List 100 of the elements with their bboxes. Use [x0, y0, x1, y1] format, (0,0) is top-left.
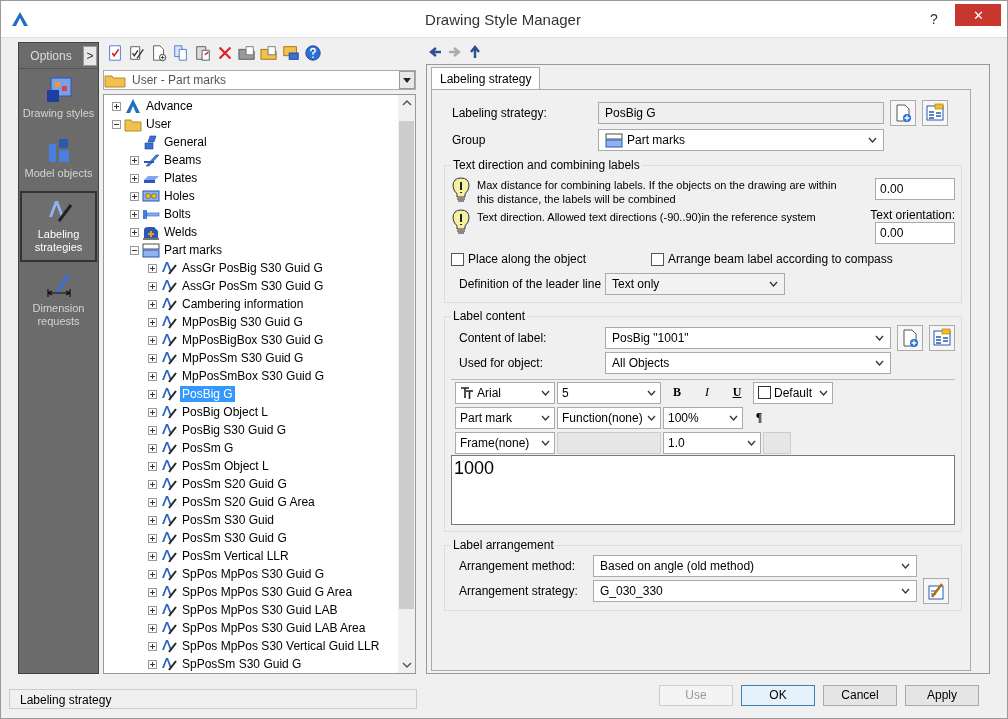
dialog-button[interactable]: Apply	[905, 684, 979, 706]
number-field[interactable]: 0.00	[875, 178, 955, 200]
expand-icon[interactable]	[148, 335, 157, 345]
edit-icon[interactable]	[926, 581, 946, 601]
tree-item[interactable]: PosSm S30 Guid	[180, 512, 277, 528]
folder-icon[interactable]	[237, 43, 257, 63]
collapse-icon[interactable]	[112, 119, 121, 129]
expand-icon[interactable]	[148, 389, 157, 399]
monitor-icon[interactable]	[281, 43, 301, 63]
help-icon[interactable]	[303, 43, 323, 63]
expand-icon[interactable]	[148, 641, 157, 651]
dropdown[interactable]: Frame(none)	[455, 431, 555, 454]
tree-item[interactable]: Advance	[144, 98, 195, 114]
text-editor[interactable]: 1000	[451, 455, 955, 525]
help-button[interactable]: ?	[917, 5, 951, 33]
sidebar-item[interactable]: Model objects	[20, 131, 97, 187]
tree-item[interactable]: PosSm G	[180, 440, 236, 456]
tree-item[interactable]: User	[144, 116, 174, 132]
expand-icon[interactable]	[148, 479, 157, 489]
tree-item[interactable]: MpPosSmBox S30 Guid G	[180, 368, 327, 384]
tree-item[interactable]: MpPosSm S30 Guid G	[180, 350, 306, 366]
expand-icon[interactable]	[148, 587, 157, 597]
expand-icon[interactable]	[148, 515, 157, 525]
tree-item[interactable]: SpPos MpPos S30 Vertical Guid LLR	[180, 638, 382, 654]
dropdown[interactable]: All Objects	[605, 352, 891, 374]
tree-item[interactable]: Part marks	[162, 242, 224, 258]
tree-item[interactable]: SpPos MpPos S30 Guid LAB	[180, 602, 340, 618]
expand-icon[interactable]	[130, 155, 139, 165]
tree-item[interactable]: Plates	[162, 170, 200, 186]
tree-item[interactable]: PosSm S20 Guid G	[180, 476, 289, 492]
expand-icon[interactable]	[148, 461, 157, 471]
sidebar-item[interactable]: Labeling strategies	[20, 191, 97, 262]
sidebar-item[interactable]: Drawing styles	[20, 71, 97, 127]
expand-icon[interactable]	[148, 317, 157, 327]
tree-item[interactable]: AssGr PosBig S30 Guid G	[180, 260, 325, 276]
tree-item[interactable]: PosBig Object L	[180, 404, 271, 420]
expand-icon[interactable]	[130, 191, 139, 201]
collapse-icon[interactable]	[130, 245, 139, 255]
tree-item[interactable]: Welds	[162, 224, 200, 240]
properties-icon[interactable]	[925, 103, 945, 123]
new-document-icon[interactable]	[893, 103, 913, 123]
dropdown[interactable]: Based on angle (old method)	[593, 555, 917, 577]
dropdown[interactable]: 1.0	[663, 431, 761, 454]
text-field[interactable]: PosBig G	[598, 102, 884, 124]
dropdown[interactable]: Text only	[605, 273, 785, 295]
expand-button[interactable]: >	[83, 45, 97, 66]
expand-icon[interactable]	[148, 623, 157, 633]
expand-icon[interactable]	[148, 443, 157, 453]
folder-dropdown[interactable]: User - Part marks	[103, 70, 416, 90]
tree-item[interactable]: PosSm S30 Guid G	[180, 530, 289, 546]
dropdown[interactable]: PosBig "1001"	[605, 327, 891, 349]
sidebar-item[interactable]: Dimension requests	[20, 266, 97, 335]
checkbox[interactable]: Place along the object	[451, 252, 651, 266]
tree-item[interactable]: Bolts	[162, 206, 193, 222]
expand-icon[interactable]	[130, 173, 139, 183]
tree-item[interactable]: Holes	[162, 188, 197, 204]
expand-icon[interactable]	[148, 407, 157, 417]
expand-icon[interactable]	[148, 353, 157, 363]
number-field[interactable]: 0.00	[875, 222, 955, 244]
tree-item[interactable]: Cambering information	[180, 296, 306, 312]
dialog-button[interactable]: Cancel	[823, 684, 897, 706]
tree-item[interactable]: AssGr PosSm S30 Guid G	[180, 278, 326, 294]
dialog-button[interactable]: OK	[741, 684, 815, 706]
tree-item[interactable]: PosSm S20 Guid G Area	[180, 494, 317, 510]
folder-icon[interactable]	[259, 43, 279, 63]
expand-icon[interactable]	[148, 551, 157, 561]
dropdown[interactable]: Part marks	[598, 129, 884, 151]
scroll-up-icon[interactable]	[401, 99, 412, 107]
tree-item[interactable]: PosBig S30 Guid G	[180, 422, 289, 438]
up-arrow-icon[interactable]	[468, 45, 482, 59]
tree-item[interactable]: SpPos MpPos S30 Guid LAB Area	[180, 620, 368, 636]
tree-item[interactable]: PosSm Vertical LLR	[180, 548, 291, 564]
tree-item[interactable]: SpPos MpPos S30 Guid G Area	[180, 584, 355, 600]
expand-icon[interactable]	[148, 533, 157, 543]
new-document-icon[interactable]	[900, 328, 920, 348]
expand-icon[interactable]	[148, 605, 157, 615]
dropdown[interactable]: 100%	[663, 406, 743, 429]
tree-item[interactable]: Beams	[162, 152, 204, 168]
checkbox[interactable]: Arrange beam label according to compass	[651, 252, 893, 266]
tab[interactable]: Labeling strategy	[431, 67, 541, 89]
dropdown[interactable]: G_030_330	[593, 580, 917, 602]
tree-item[interactable]: MpPosBig S30 Guid G	[180, 314, 305, 330]
back-arrow-icon[interactable]	[428, 45, 442, 59]
expand-icon[interactable]	[148, 497, 157, 507]
expand-icon[interactable]	[148, 569, 157, 579]
dropdown[interactable]: 5	[557, 381, 661, 404]
close-button[interactable]: ✕	[955, 4, 1001, 26]
dropdown[interactable]: Part mark	[455, 406, 555, 429]
expand-icon[interactable]	[130, 209, 139, 219]
dropdown[interactable]: Arial	[455, 381, 555, 404]
scrollbar-thumb[interactable]	[399, 121, 414, 609]
tree-item[interactable]: PosSm Object L	[180, 458, 271, 474]
paste-icon[interactable]	[193, 43, 213, 63]
properties-icon[interactable]	[932, 328, 952, 348]
color-dropdown[interactable]: Default	[753, 381, 833, 404]
tree-item[interactable]: SpPosSm S30 Guid G	[180, 656, 304, 672]
expand-icon[interactable]	[148, 659, 157, 669]
expand-icon[interactable]	[148, 425, 157, 435]
expand-icon[interactable]	[130, 227, 139, 237]
expand-icon[interactable]	[148, 299, 157, 309]
